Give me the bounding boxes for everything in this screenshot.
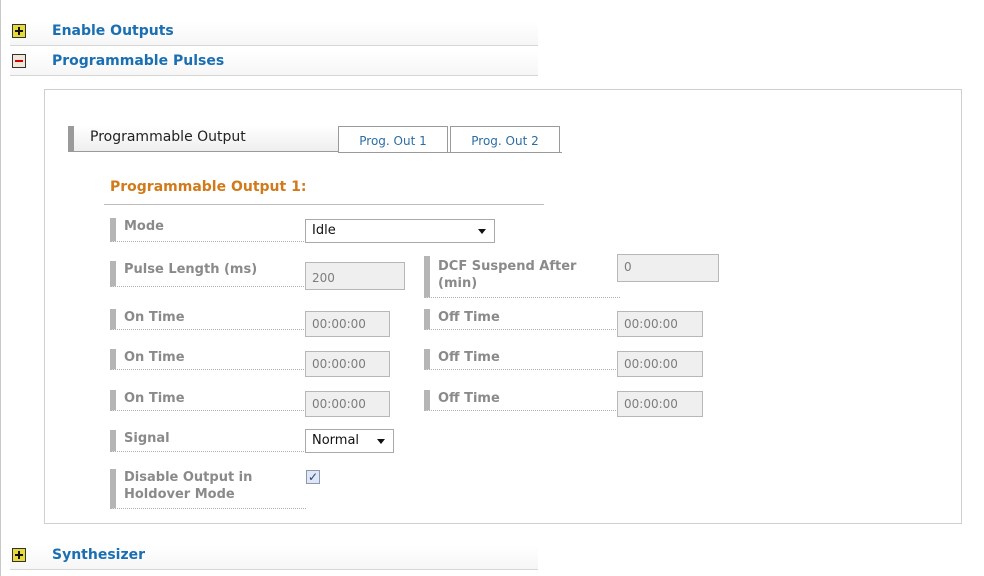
chevron-down-icon xyxy=(478,229,486,234)
dcf-suspend-input[interactable]: 0 xyxy=(617,254,719,282)
off-time-input-3[interactable]: 00:00:00 xyxy=(617,391,703,417)
signal-label: Signal xyxy=(110,430,306,452)
accordion-title-synthesizer[interactable]: Synthesizer xyxy=(52,547,145,563)
off-time-label-2: Off Time xyxy=(424,349,620,370)
chevron-down-icon xyxy=(377,439,385,444)
signal-select[interactable]: Normal xyxy=(305,429,394,453)
checkmark-icon: ✓ xyxy=(307,470,319,484)
dcf-suspend-label: DCF Suspend After (min) xyxy=(424,256,620,298)
tab-divider xyxy=(338,152,562,153)
on-time-input-2[interactable]: 00:00:00 xyxy=(305,351,390,377)
accordion-programmable-pulses[interactable]: Programmable Pulses xyxy=(10,51,538,76)
programmable-pulses-panel xyxy=(44,89,962,524)
mode-label: Mode xyxy=(110,218,306,242)
accordion-enable-outputs[interactable]: Enable Outputs xyxy=(10,21,538,46)
accordion-title-enable-outputs[interactable]: Enable Outputs xyxy=(52,23,174,39)
off-time-input-1[interactable]: 00:00:00 xyxy=(617,311,703,337)
on-time-label-3: On Time xyxy=(110,390,306,411)
section-divider xyxy=(104,204,544,205)
accordion-synthesizer[interactable]: Synthesizer xyxy=(10,545,538,570)
tab-prog-out-2[interactable]: Prog. Out 2 xyxy=(450,126,560,153)
plus-icon[interactable] xyxy=(12,548,26,562)
tab-prog-out-1[interactable]: Prog. Out 1 xyxy=(338,126,448,153)
off-time-input-2[interactable]: 00:00:00 xyxy=(617,351,703,377)
tab-group-label-box: Programmable Output xyxy=(68,126,338,152)
disable-output-label: Disable Output in Holdover Mode xyxy=(110,469,306,509)
plus-icon[interactable] xyxy=(12,24,26,38)
on-time-input-3[interactable]: 00:00:00 xyxy=(305,391,390,417)
on-time-label-1: On Time xyxy=(110,309,306,330)
pulse-length-input[interactable]: 200 xyxy=(305,262,405,290)
minus-icon[interactable] xyxy=(12,54,26,68)
on-time-input-1[interactable]: 00:00:00 xyxy=(305,311,390,337)
off-time-label-1: Off Time xyxy=(424,309,620,330)
section-title: Programmable Output 1: xyxy=(110,179,307,195)
accordion-title-programmable-pulses[interactable]: Programmable Pulses xyxy=(52,53,224,69)
pulse-length-label: Pulse Length (ms) xyxy=(110,261,306,287)
mode-select[interactable]: Idle xyxy=(305,219,495,243)
off-time-label-3: Off Time xyxy=(424,390,620,411)
on-time-label-2: On Time xyxy=(110,349,306,370)
disable-output-checkbox[interactable]: ✓ xyxy=(306,470,320,484)
programmable-output-tabbar: Programmable Output Prog. Out 1 Prog. Ou… xyxy=(68,126,562,153)
signal-select-value: Normal xyxy=(312,433,360,448)
mode-select-value: Idle xyxy=(312,223,336,238)
page-left-border xyxy=(0,0,1,576)
tab-group-label: Programmable Output xyxy=(90,129,246,145)
